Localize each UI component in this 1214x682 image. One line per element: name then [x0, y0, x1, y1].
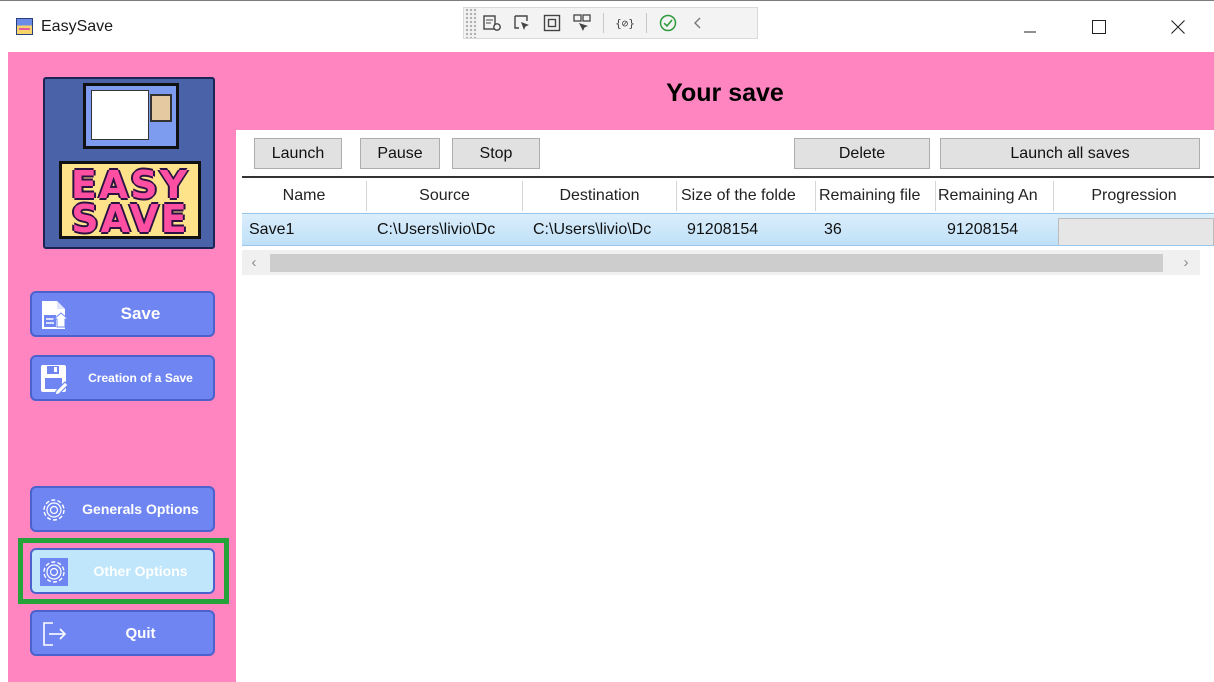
- hot-reload-ok-icon[interactable]: [653, 8, 683, 38]
- floppy-edit-icon: [38, 363, 70, 395]
- nav-general-options-label: Generals Options: [82, 501, 199, 517]
- cell-name: Save1: [249, 220, 295, 238]
- nav-quit-button[interactable]: Quit: [30, 610, 215, 656]
- nav-create-save-button[interactable]: Creation of a Save: [30, 355, 215, 401]
- window-title: EasySave: [41, 18, 114, 35]
- column-header-progression[interactable]: Progression: [1054, 181, 1214, 211]
- page-header: Your save: [236, 52, 1214, 130]
- live-visual-tree-icon[interactable]: [477, 8, 507, 38]
- logo-text: EASY SAVE: [59, 161, 201, 239]
- stop-button[interactable]: Stop: [452, 138, 540, 169]
- save-file-icon: [38, 299, 70, 331]
- cell-progression: [1054, 214, 1214, 245]
- display-layout-adorners-icon[interactable]: [537, 8, 567, 38]
- table-header: Name Source Destination Size of the fold…: [242, 181, 1214, 211]
- track-focused-element-icon[interactable]: [567, 8, 597, 38]
- scroll-left-icon[interactable]: ‹: [244, 253, 264, 271]
- floppy-label-tag: [91, 90, 149, 140]
- toolbar-separator: [603, 13, 604, 33]
- focus-highlight: [18, 538, 229, 604]
- floppy-label-photo: [150, 94, 172, 122]
- nav-save-label: Save: [120, 304, 161, 323]
- delete-button[interactable]: Delete: [794, 138, 930, 169]
- nav-save-button[interactable]: Save: [30, 291, 215, 337]
- title-bar: EasySave {⊘}: [0, 0, 1214, 52]
- select-element-icon[interactable]: [507, 8, 537, 38]
- pause-button[interactable]: Pause: [360, 138, 440, 169]
- cell-source: C:\Users\livio\Dc: [377, 220, 496, 238]
- binding-failures-icon[interactable]: {⊘}: [610, 8, 640, 38]
- launch-button[interactable]: Launch: [254, 138, 342, 169]
- column-header-source[interactable]: Source: [367, 181, 523, 211]
- horizontal-scrollbar[interactable]: ‹ ›: [242, 250, 1200, 275]
- scrollbar-thumb[interactable]: [270, 254, 1163, 272]
- easysave-window: EasySave {⊘} EASY SAVE Save Creation of …: [0, 0, 1214, 682]
- logo-line-2: SAVE: [71, 197, 189, 241]
- column-header-name[interactable]: Name: [242, 181, 367, 211]
- launch-all-saves-button[interactable]: Launch all saves: [940, 138, 1200, 169]
- cell-size: 91208154: [687, 220, 759, 238]
- table-top-border: [242, 176, 1214, 178]
- exit-icon: [38, 618, 70, 650]
- collapse-toolbar-icon[interactable]: [683, 8, 713, 38]
- saves-table: Name Source Destination Size of the fold…: [242, 176, 1214, 280]
- nav-general-options-button[interactable]: Generals Options: [30, 486, 215, 532]
- nav-create-save-label: Creation of a Save: [88, 371, 193, 385]
- table-row[interactable]: Save1 C:\Users\livio\Dc C:\Users\livio\D…: [242, 213, 1214, 246]
- progress-bar: [1058, 218, 1214, 245]
- toolbar-grip[interactable]: [465, 8, 477, 38]
- column-header-destination[interactable]: Destination: [523, 181, 677, 211]
- nav-quit-label: Quit: [125, 624, 156, 642]
- debug-toolbar: {⊘}: [463, 7, 758, 39]
- gear-icon: [38, 494, 70, 526]
- maximize-icon[interactable]: [1079, 13, 1119, 41]
- cell-remaining-files: 36: [824, 220, 842, 238]
- cell-destination: C:\Users\livio\Dc: [533, 220, 652, 238]
- easysave-logo: EASY SAVE: [43, 77, 215, 249]
- easysave-app-icon: [16, 18, 33, 35]
- cell-remaining-amount: 91208154: [947, 220, 1019, 238]
- scroll-right-icon[interactable]: ›: [1176, 253, 1196, 271]
- column-header-size[interactable]: Size of the folde: [677, 181, 816, 211]
- toolbar-separator: [646, 13, 647, 33]
- floppy-label-graphic: [83, 83, 179, 149]
- svg-text:{⊘}: {⊘}: [615, 17, 635, 30]
- column-header-remaining-amount[interactable]: Remaining An: [936, 181, 1054, 211]
- column-header-remaining-files[interactable]: Remaining file: [816, 181, 936, 211]
- page-title: Your save: [666, 79, 784, 107]
- minimize-icon[interactable]: [1010, 13, 1050, 41]
- close-icon[interactable]: [1158, 13, 1198, 41]
